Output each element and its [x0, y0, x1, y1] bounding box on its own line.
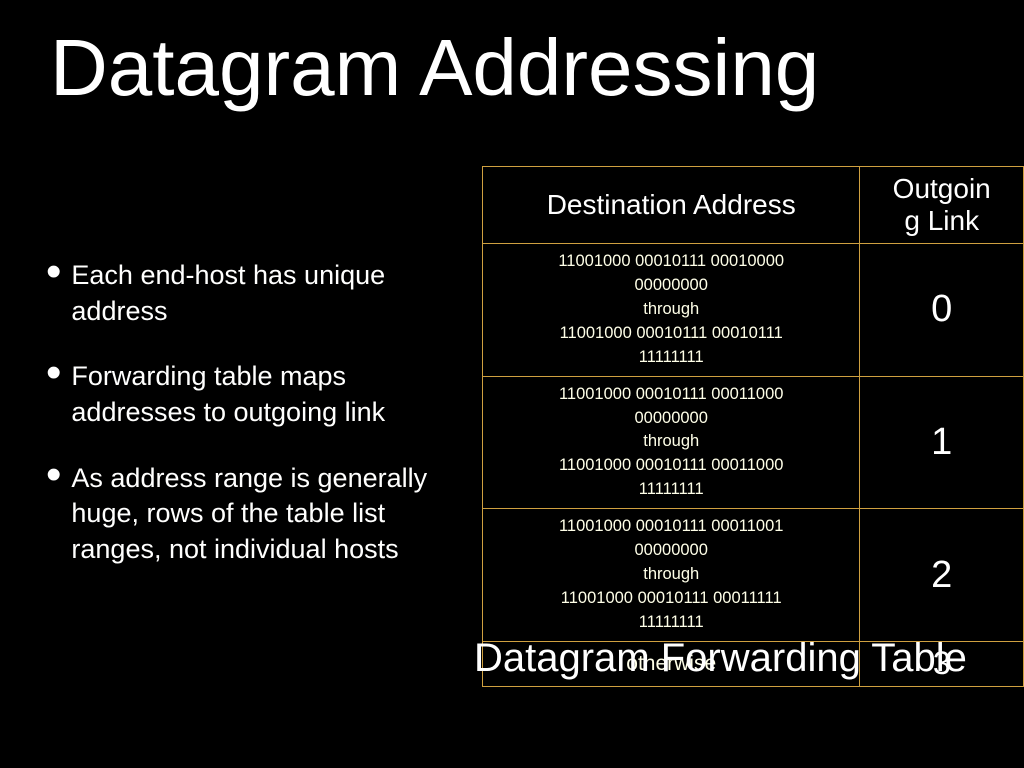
addr-line: 11001000 00010111 00010111 [489, 322, 853, 346]
list-item: • Forwarding table maps addresses to out… [46, 359, 466, 430]
table-caption: Datagram Forwarding Table [474, 636, 967, 681]
addr-line: 11111111 [489, 346, 853, 370]
page-title: Datagram Addressing [50, 22, 819, 114]
bullet-text: Forwarding table maps addresses to outgo… [71, 359, 466, 430]
addr-line: 11001000 00010111 00011111 [489, 587, 853, 611]
link-cell: 1 [860, 376, 1024, 509]
addr-line: 00000000 [489, 407, 853, 431]
addr-line: through [489, 563, 853, 587]
header-destination: Destination Address [483, 167, 860, 244]
bullet-list: • Each end-host has unique address • For… [46, 258, 466, 597]
header-link: Outgoin g Link [860, 167, 1024, 244]
addr-line: 11001000 00010111 00010000 [489, 250, 853, 274]
link-cell: 2 [860, 509, 1024, 642]
addr-line: through [489, 430, 853, 454]
addr-line: through [489, 298, 853, 322]
bullet-text: As address range is generally huge, rows… [71, 461, 466, 568]
bullet-icon: • [46, 361, 61, 430]
addr-line: 11001000 00010111 00011000 [489, 383, 853, 407]
addr-line: 00000000 [489, 274, 853, 298]
bullet-icon: • [46, 260, 61, 329]
table-header-row: Destination Address Outgoin g Link [483, 167, 1024, 244]
list-item: • Each end-host has unique address [46, 258, 466, 329]
table-row: 11001000 00010111 00011000 00000000 thro… [483, 376, 1024, 509]
table-row: 11001000 00010111 00010000 00000000 thro… [483, 244, 1024, 377]
table-row: 11001000 00010111 00011001 00000000 thro… [483, 509, 1024, 642]
addr-line: 11001000 00010111 00011000 [489, 454, 853, 478]
forwarding-table: Destination Address Outgoin g Link 11001… [482, 166, 1024, 687]
list-item: • As address range is generally huge, ro… [46, 461, 466, 568]
destination-cell: 11001000 00010111 00011000 00000000 thro… [483, 376, 860, 509]
link-cell: 0 [860, 244, 1024, 377]
bullet-icon: • [46, 463, 61, 568]
addr-line: 00000000 [489, 539, 853, 563]
addr-line: 11111111 [489, 478, 853, 502]
destination-cell: 11001000 00010111 00010000 00000000 thro… [483, 244, 860, 377]
addr-line: 11111111 [489, 611, 853, 635]
bullet-text: Each end-host has unique address [71, 258, 466, 329]
destination-cell: 11001000 00010111 00011001 00000000 thro… [483, 509, 860, 642]
addr-line: 11001000 00010111 00011001 [489, 515, 853, 539]
